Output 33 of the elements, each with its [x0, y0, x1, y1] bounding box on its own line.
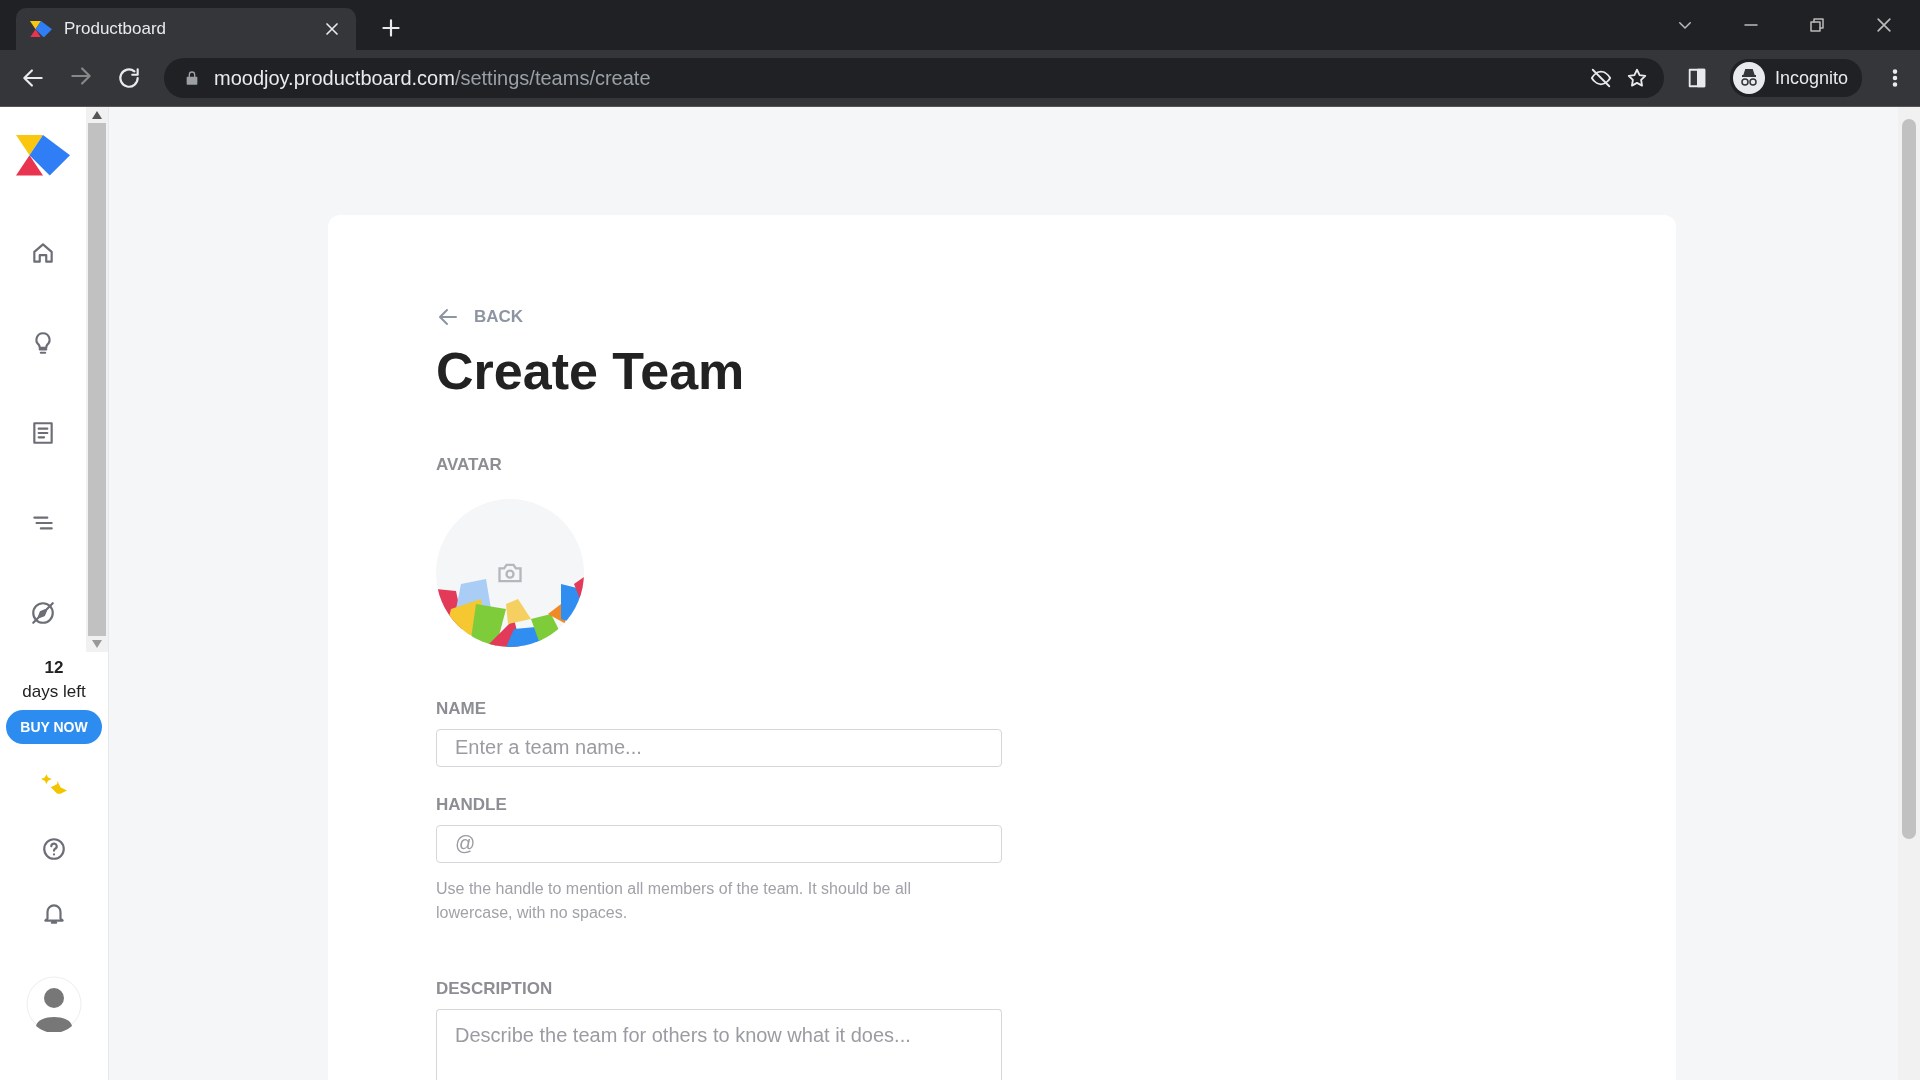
scrollbar[interactable]: [86, 107, 108, 652]
reload-icon[interactable]: [116, 65, 142, 91]
help-text: Use the handle to mention all members of the team. It should be all lowercase, with no spaces.: [436, 878, 912, 923]
avatar-icon[interactable]: [26, 976, 82, 1032]
document-icon[interactable]: [30, 419, 56, 446]
page-title: Create Team: [436, 341, 746, 401]
trial-label: days left: [22, 682, 86, 702]
eye-off-icon[interactable]: [1589, 67, 1612, 89]
incognito-icon: [1732, 62, 1765, 94]
logo-icon[interactable]: [16, 135, 70, 176]
handle-field[interactable]: @: [436, 824, 1002, 863]
restore-icon[interactable]: [1808, 16, 1826, 34]
scroll-up-icon[interactable]: [92, 111, 102, 119]
url-text: moodjoy.productboard.com/settings/teams/create: [214, 66, 652, 90]
name-field[interactable]: Enter a team name...: [436, 729, 1002, 767]
star-icon[interactable]: [1625, 67, 1648, 89]
profile-button[interactable]: Incognito: [1729, 59, 1862, 97]
profile-label: Incognito: [1774, 67, 1848, 89]
trial-days: 12: [44, 658, 64, 678]
tab-title: Productboard: [64, 19, 168, 39]
field-label: NAME: [436, 699, 488, 719]
field-label: AVATAR: [436, 455, 503, 475]
lock-icon[interactable]: [184, 70, 200, 86]
logo-icon[interactable]: [30, 20, 52, 38]
address-bar[interactable]: moodjoy.productboard.com/settings/teams/create: [164, 58, 1664, 98]
description-field[interactable]: Describe the team for others to know what it does...: [436, 1008, 1002, 1080]
scrollbar[interactable]: [1898, 107, 1920, 1080]
browser-tab[interactable]: Productboard: [16, 8, 356, 50]
close-icon[interactable]: [1874, 15, 1894, 35]
help-icon[interactable]: [41, 836, 67, 862]
compass-icon[interactable]: [30, 599, 56, 626]
field-label: HANDLE: [436, 794, 508, 815]
field-label: DESCRIPTION: [436, 978, 554, 999]
